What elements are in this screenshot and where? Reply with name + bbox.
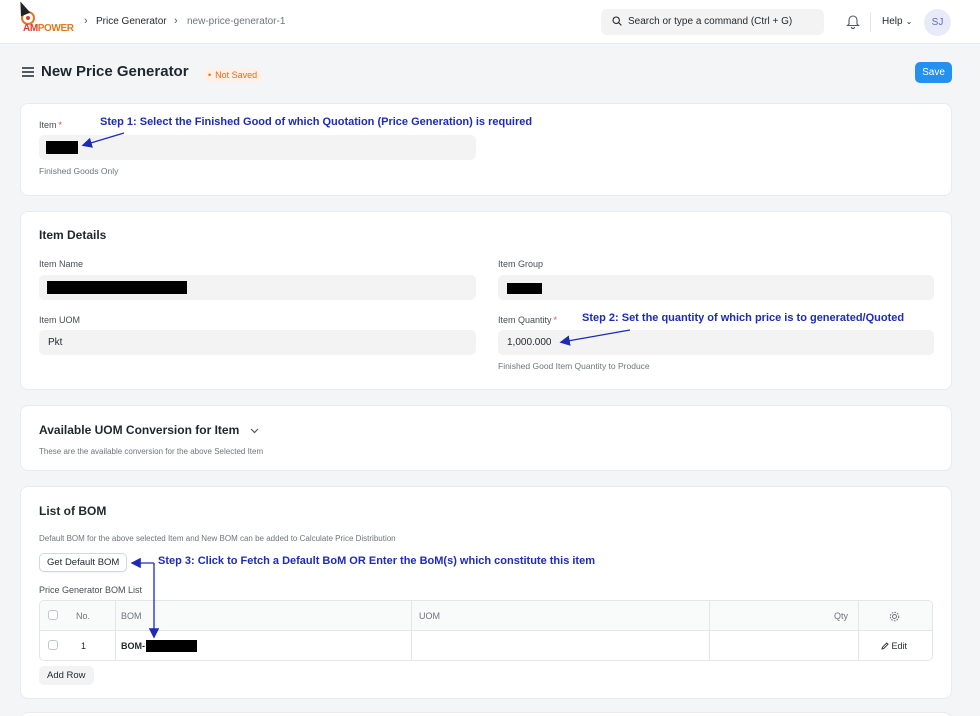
pencil-icon (881, 642, 889, 650)
uom-conversion-description: These are the available conversion for t… (39, 447, 264, 456)
item-description: Finished Goods Only (39, 166, 119, 176)
bell-icon[interactable] (846, 14, 860, 29)
search-placeholder: Search or type a command (Ctrl + G) (628, 16, 793, 27)
column-header-qty: Qty (834, 611, 849, 621)
redacted-value (507, 283, 542, 294)
page-title: New Price Generator (41, 63, 189, 80)
item-field[interactable] (39, 135, 476, 160)
item-quantity-label: Item Quantity * (498, 315, 558, 325)
status-badge: Not Saved (203, 68, 263, 82)
item-section: Item * Finished Goods Only Step 1: Select… (20, 103, 952, 196)
navbar-divider (870, 12, 871, 32)
add-row-button[interactable]: Add Row (39, 666, 94, 685)
chevron-right-icon: › (174, 15, 178, 27)
edit-row-button[interactable]: Edit (881, 641, 907, 651)
row-number: 1 (81, 641, 87, 651)
section-title-list-of-bom: List of BOM (39, 504, 107, 518)
bom-table-label: Price Generator BOM List (39, 585, 143, 595)
step3-annotation: Step 3: Click to Fetch a Default BoM OR … (158, 555, 595, 567)
navbar: AMPOWER › Price Generator › new-price-ge… (0, 0, 980, 44)
column-header-bom: BOM (121, 611, 142, 621)
select-all-checkbox[interactable] (48, 610, 58, 620)
redacted-value (46, 141, 78, 154)
item-group-field (498, 275, 934, 300)
item-label: Item * (39, 120, 63, 130)
section-title-uom-conversion[interactable]: Available UOM Conversion for Item (39, 423, 239, 437)
get-default-bom-button[interactable]: Get Default BOM (39, 553, 128, 572)
bom-cell[interactable]: BOM- (121, 641, 145, 651)
breadcrumb-current-doc[interactable]: new-price-generator-1 (187, 16, 285, 27)
item-quantity-description: Finished Good Item Quantity to Produce (498, 361, 650, 371)
breadcrumb-price-generator[interactable]: Price Generator (96, 16, 167, 27)
uom-conversion-section: Available UOM Conversion for Item These … (20, 405, 952, 471)
chevron-down-icon: ⌄ (905, 17, 913, 26)
item-uom-field: Pkt (39, 330, 476, 355)
search-bar[interactable]: Search or type a command (Ctrl + G) (601, 9, 824, 35)
item-group-label: Item Group (498, 259, 544, 269)
next-section (20, 712, 952, 716)
chevron-right-icon: › (84, 15, 88, 27)
bom-section-description: Default BOM for the above selected Item … (39, 534, 396, 543)
table-header-row (40, 601, 932, 631)
item-name-field (39, 275, 476, 300)
chevron-down-icon[interactable] (250, 428, 259, 434)
row-checkbox[interactable] (48, 640, 58, 650)
section-title-item-details: Item Details (39, 228, 107, 242)
app-logo[interactable]: AMPOWER (21, 11, 74, 35)
help-dropdown[interactable]: Help ⌄ (882, 16, 912, 27)
bom-table: No. BOM UOM Qty 1 BOM- Edit (39, 600, 933, 661)
search-icon (612, 16, 622, 26)
bom-section: List of BOM Default BOM for the above se… (20, 486, 952, 699)
item-name-label: Item Name (39, 259, 84, 269)
item-quantity-input[interactable]: 1,000.000 (498, 330, 934, 355)
step1-annotation: Step 1: Select the Finished Good of whic… (100, 116, 533, 128)
settings-icon[interactable] (889, 611, 900, 622)
redacted-value (146, 640, 197, 652)
save-button[interactable]: Save (915, 62, 952, 83)
item-uom-label: Item UOM (39, 315, 81, 325)
column-header-uom: UOM (419, 611, 440, 621)
step2-annotation: Step 2: Set the quantity of which price … (582, 312, 905, 324)
avatar[interactable]: SJ (924, 9, 951, 36)
menu-icon[interactable] (22, 67, 34, 77)
column-header-no: No. (76, 611, 91, 621)
logo-wordmark: AMPOWER (23, 23, 74, 34)
redacted-value (47, 281, 187, 294)
item-details-section: Item Details Item Name Item Group Item U… (20, 211, 952, 390)
